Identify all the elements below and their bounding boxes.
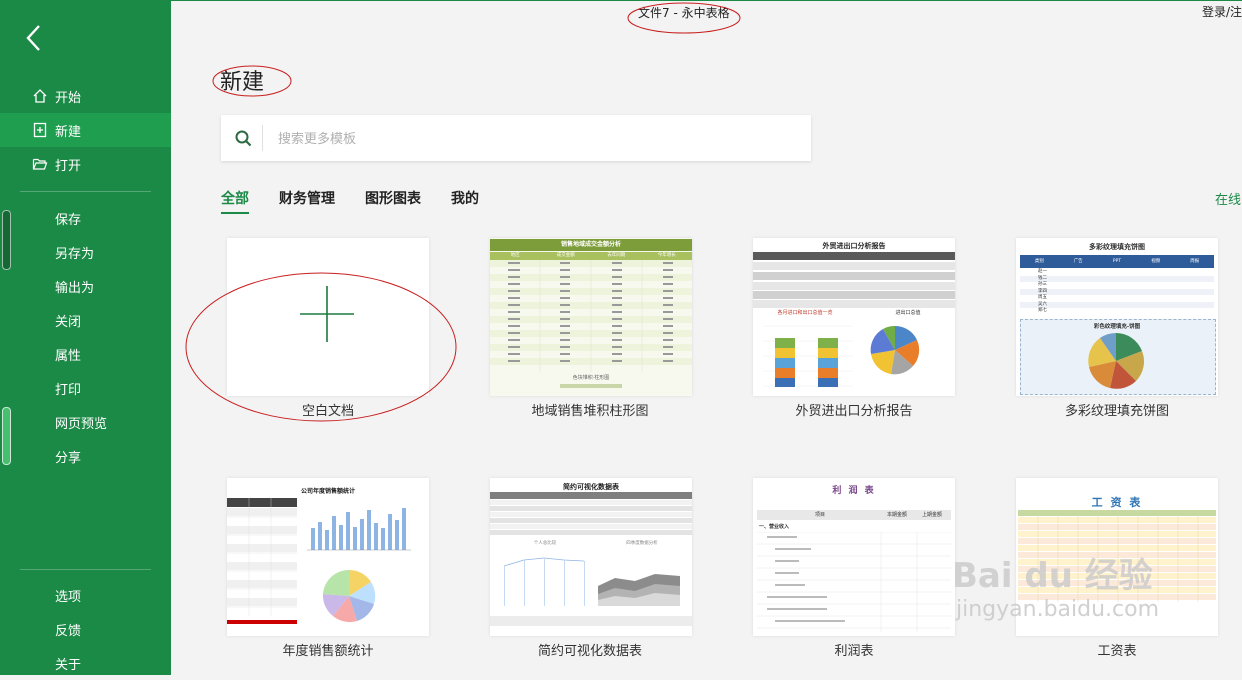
sidebar-item-open[interactable]: 打开 <box>0 147 171 181</box>
template-label: 工资表 <box>1097 644 1137 659</box>
template-card-profit-statement[interactable]: 利 润 表 项目 本期金额 上期金额 一、营业收入 <box>753 478 955 636</box>
document-title: 文件7 - 永中表格 <box>638 6 730 20</box>
tab-mine[interactable]: 我的 <box>451 188 479 210</box>
template-label: 地域销售堆积柱形图 <box>531 404 649 419</box>
title-bar: 文件7 - 永中表格 登录/注 <box>171 0 1242 26</box>
sidebar-item-options[interactable]: 选项 <box>0 578 171 612</box>
sidebar-item-close[interactable]: 关闭 <box>0 303 171 337</box>
login-link[interactable]: 登录/注 <box>1202 3 1242 20</box>
sidebar-item-new[interactable]: 新建 <box>0 113 171 147</box>
sidebar-divider <box>20 191 151 192</box>
template-card-payroll[interactable]: 工 资 表 <box>1016 478 1218 636</box>
online-templates-link[interactable]: 在线 <box>1215 189 1241 208</box>
sidebar-item-properties[interactable]: 属性 <box>0 337 171 371</box>
template-search <box>221 115 811 161</box>
search-divider <box>262 125 263 151</box>
sidebar-item-label: 开始 <box>55 90 82 106</box>
template-card-textured-pie[interactable]: 多彩纹理填充饼图 类别 广告 PPT 视频 周报 赵一 钱二 孙三 李四 周五 … <box>1016 238 1218 396</box>
sidebar: 开始 新建 打开 保存 另存为 输出为 关闭 属性 打印 网页预览 分享 选项 … <box>0 0 171 675</box>
template-card-annual-sales[interactable]: 公司年度销售额统计 <box>227 478 429 636</box>
template-card-blank[interactable] <box>227 238 429 396</box>
sidebar-item-label: 打开 <box>55 158 82 174</box>
template-preview: 多彩纹理填充饼图 类别 广告 PPT 视频 周报 赵一 钱二 孙三 李四 周五 … <box>1016 238 1218 396</box>
template-label: 外贸进出口分析报告 <box>795 404 913 419</box>
sidebar-divider <box>20 569 151 570</box>
template-preview: 工 资 表 <box>1016 478 1218 636</box>
sidebar-scrollbar[interactable] <box>2 407 11 465</box>
sidebar-item-home[interactable]: 开始 <box>0 79 171 113</box>
sidebar-item-label: 新建 <box>55 124 82 140</box>
template-label: 空白文档 <box>301 404 354 419</box>
sidebar-item-print[interactable]: 打印 <box>0 371 171 405</box>
search-icon[interactable] <box>235 130 252 147</box>
back-button[interactable] <box>22 22 50 54</box>
template-preview: 简约可视化数据表 个人总比较 四季度数据分析 <box>490 478 692 636</box>
template-preview: 公司年度销售额统计 <box>227 478 429 636</box>
template-label: 利润表 <box>834 644 874 659</box>
search-input[interactable] <box>276 126 800 152</box>
template-preview: 利 润 表 项目 本期金额 上期金额 一、营业收入 <box>753 478 955 636</box>
sidebar-item-export[interactable]: 输出为 <box>0 269 171 303</box>
tab-all[interactable]: 全部 <box>221 188 249 214</box>
template-card-trade-report[interactable]: 外贸进出口分析报告 各月进口和出口总值一览 进出口总值 <box>753 238 955 396</box>
chevron-left-icon <box>26 25 40 51</box>
home-icon <box>33 89 47 103</box>
template-label: 多彩纹理填充饼图 <box>1064 404 1169 419</box>
template-label: 简约可视化数据表 <box>537 644 642 659</box>
folder-open-icon <box>32 158 48 170</box>
template-card-regional-sales[interactable]: 销售地域成交金额分析 地区 成交金额 去年同期 今年增长 色块堆积·柱形图 <box>490 238 692 396</box>
sidebar-scrollbar[interactable] <box>2 210 11 270</box>
sidebar-item-save[interactable]: 保存 <box>0 201 171 235</box>
sidebar-item-feedback[interactable]: 反馈 <box>0 612 171 646</box>
template-card-visual-table[interactable]: 简约可视化数据表 个人总比较 四季度数据分析 <box>490 478 692 636</box>
sidebar-item-web-preview[interactable]: 网页预览 <box>0 405 171 439</box>
template-preview: 外贸进出口分析报告 各月进口和出口总值一览 进出口总值 <box>753 238 955 396</box>
template-label: 年度销售额统计 <box>282 644 374 659</box>
plus-icon <box>300 286 354 342</box>
sidebar-item-share[interactable]: 分享 <box>0 439 171 473</box>
category-tabs: 全部 财务管理 图形图表 我的 <box>221 188 509 214</box>
template-preview: 销售地域成交金额分析 地区 成交金额 去年同期 今年增长 色块堆积·柱形图 <box>490 238 692 396</box>
new-file-icon <box>33 122 47 138</box>
tab-charts[interactable]: 图形图表 <box>365 188 421 210</box>
page-title: 新建 <box>220 70 265 95</box>
tab-finance[interactable]: 财务管理 <box>279 188 335 210</box>
sidebar-item-save-as[interactable]: 另存为 <box>0 235 171 269</box>
